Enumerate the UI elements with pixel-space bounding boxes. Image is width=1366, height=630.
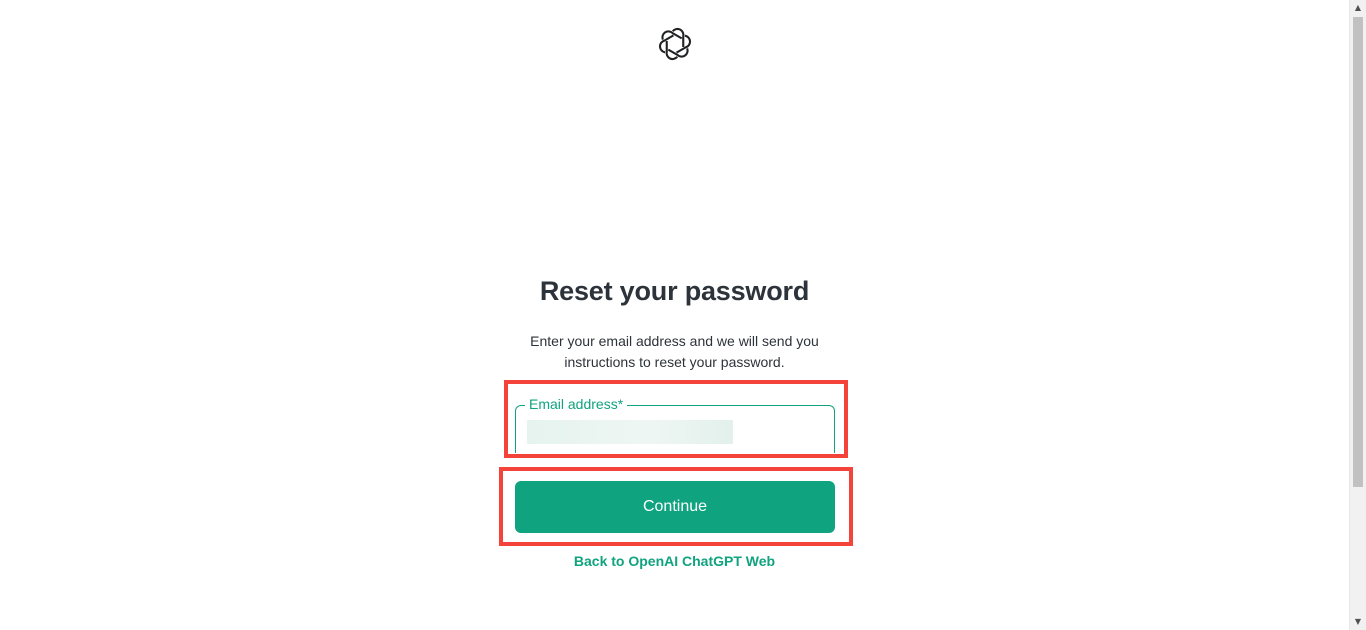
scrollbar-thumb[interactable] (1353, 17, 1363, 487)
scroll-up-icon[interactable]: ▲ (1350, 0, 1366, 16)
instructions-text: Enter your email address and we will sen… (530, 333, 819, 370)
page-title: Reset your password (539, 276, 810, 306)
continue-highlight-box (499, 467, 853, 546)
openai-logo-icon (658, 27, 692, 61)
vertical-scrollbar[interactable]: ▲ ▼ (1349, 0, 1366, 630)
reset-password-page: Reset your password Enter your email add… (0, 0, 1366, 630)
scroll-down-icon[interactable]: ▼ (1350, 614, 1366, 630)
email-highlight-box (504, 380, 848, 458)
back-to-chatgpt-link[interactable]: Back to OpenAI ChatGPT Web (0, 553, 1349, 569)
